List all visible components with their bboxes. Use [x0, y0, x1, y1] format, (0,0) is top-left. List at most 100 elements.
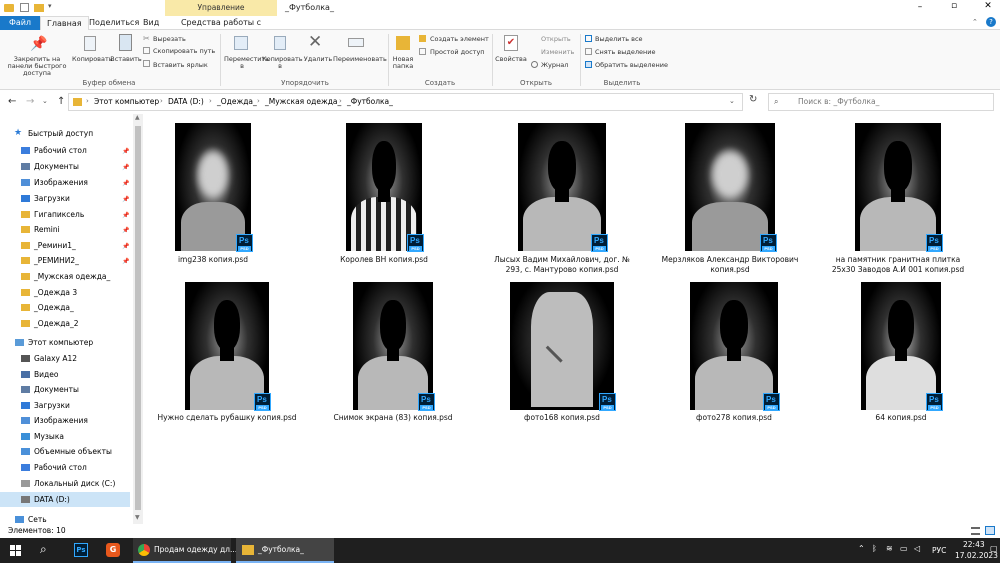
paste-button[interactable]: Вставить [110, 56, 142, 63]
tray-chevron-icon[interactable]: ⌃ [858, 544, 865, 553]
qat-chevron-icon[interactable]: ▾ [48, 2, 52, 10]
nav-pc-item[interactable]: Объемные объекты [0, 444, 130, 459]
breadcrumb-tshirt[interactable]: _Футболка_ [347, 97, 393, 106]
file-name[interactable]: Мерзляков Александр Викторович копия.psd [655, 255, 805, 275]
tab-share[interactable]: Поделиться [83, 16, 145, 30]
breadcrumb-this-pc[interactable]: Этот компьютер [94, 97, 159, 106]
select-none-button[interactable]: Снять выделение [595, 48, 655, 56]
nav-quick-item[interactable]: Гигапиксель 📌 [0, 207, 130, 222]
file-thumbnail[interactable] [861, 282, 941, 410]
tab-picture-tools[interactable]: Средства работы с рисунками [165, 16, 277, 41]
ribbon-collapse-icon[interactable]: ⌃ [972, 18, 978, 26]
search-taskbar-icon[interactable]: ⌕ [40, 542, 47, 557]
volume-icon[interactable]: ◁ [914, 544, 920, 553]
scroll-down-icon[interactable]: ▼ [135, 514, 140, 521]
language-indicator[interactable]: РУС [932, 546, 946, 555]
address-dropdown-icon[interactable]: ⌄ [729, 97, 735, 105]
file-name[interactable]: Снимок экрана (83) копия.psd [318, 413, 468, 423]
nav-quick-item[interactable]: Загрузки 📌 [0, 191, 130, 206]
photoshop-taskbar-icon[interactable]: Ps [74, 543, 88, 557]
file-name[interactable]: фото278 копия.psd [659, 413, 809, 423]
file-thumbnail[interactable] [346, 123, 422, 251]
file-thumbnail[interactable] [353, 282, 433, 410]
nav-quick-item[interactable]: _Одежда 3 [0, 285, 130, 300]
nav-quick-item[interactable]: Документы 📌 [0, 159, 130, 174]
file-name[interactable]: Королев ВН копия.psd [309, 255, 459, 265]
back-icon[interactable]: ← [8, 96, 16, 107]
file-thumbnail[interactable] [175, 123, 251, 251]
copy-to-button[interactable]: Копировать в [262, 56, 303, 70]
clock-time[interactable]: 22:43 [963, 540, 985, 549]
address-bar[interactable]: › Этот компьютер › DATA (D:) › _Одежда_ … [68, 93, 743, 111]
help-icon[interactable]: ? [986, 17, 996, 27]
nav-pc-item[interactable]: Локальный диск (C:) [0, 476, 130, 491]
nav-pc-item[interactable]: DATA (D:) [0, 492, 130, 507]
nav-quick-item[interactable]: _Ремини1_ 📌 [0, 238, 130, 253]
file-name[interactable]: img238 копия.psd [138, 255, 288, 265]
qat-properties-icon[interactable] [20, 3, 29, 12]
file-thumbnail[interactable] [518, 123, 606, 251]
file-thumbnail[interactable] [685, 123, 775, 251]
easy-access-button[interactable]: Простой доступ [430, 48, 485, 56]
file-thumbnail[interactable] [185, 282, 269, 410]
scroll-thumb[interactable] [135, 126, 141, 510]
nav-quick-item[interactable]: _РЕМИНИ2_ 📌 [0, 253, 130, 268]
refresh-icon[interactable]: ↻ [749, 94, 757, 105]
qat-folder-icon[interactable] [34, 4, 44, 12]
file-name[interactable]: фото168 копия.psd [487, 413, 637, 423]
pin-quick-access-button[interactable]: Закрепить на панели быстрого доступа [3, 56, 71, 77]
file-name[interactable]: 64 копия.psd [826, 413, 976, 423]
nav-scrollbar[interactable]: ▲ ▼ [133, 114, 143, 524]
delete-button[interactable]: Удалить [300, 56, 336, 63]
new-item-button[interactable]: Создать элемент [430, 35, 489, 43]
up-icon[interactable]: ↑ [57, 96, 65, 107]
nav-pc-item[interactable]: Видео [0, 367, 130, 382]
maximize-button[interactable]: ▫ [946, 1, 962, 13]
nav-pc-item[interactable]: Музыка [0, 429, 130, 444]
details-view-icon[interactable] [971, 527, 980, 535]
scroll-up-icon[interactable]: ▲ [135, 114, 140, 121]
chrome-taskbar-button[interactable]: Продам одежду дл... [133, 538, 237, 563]
gigapixel-taskbar-icon[interactable]: G [106, 543, 120, 557]
nav-pc-item[interactable]: Изображения [0, 413, 130, 428]
minimize-button[interactable]: – [912, 2, 928, 14]
select-all-button[interactable]: Выделить все [595, 35, 643, 43]
bluetooth-icon[interactable]: ᛒ [872, 544, 877, 553]
file-thumbnail[interactable] [855, 123, 941, 251]
file-thumbnail[interactable] [690, 282, 778, 410]
start-button[interactable] [10, 545, 21, 556]
move-to-button[interactable]: Переместить в [224, 56, 269, 70]
history-button[interactable]: Журнал [541, 61, 568, 69]
file-name[interactable]: Лысых Вадим Михайлович, дог. № 293, с. М… [487, 255, 637, 275]
new-folder-button[interactable]: Новая папка [390, 56, 416, 70]
cut-button[interactable]: Вырезать [153, 35, 186, 43]
search-box[interactable]: ⌕ Поиск в: _Футболка_ [768, 93, 994, 111]
nav-pc-item[interactable]: Рабочий стол [0, 460, 130, 475]
explorer-taskbar-button[interactable]: _Футболка_ [236, 538, 334, 563]
paste-shortcut-button[interactable]: Вставить ярлык [153, 61, 208, 69]
copy-button[interactable]: Копировать [72, 56, 113, 63]
nav-quick-item[interactable]: Изображения 📌 [0, 175, 130, 190]
nav-quick-item[interactable]: _Одежда_ [0, 300, 130, 315]
open-button[interactable]: Открыть [541, 35, 571, 43]
nav-quick-item[interactable]: Рабочий стол 📌 [0, 143, 130, 158]
nav-quick-access[interactable]: ★ Быстрый доступ [0, 126, 130, 141]
tab-file[interactable]: Файл [0, 16, 40, 30]
breadcrumb-data-drive[interactable]: DATA (D:) [168, 97, 204, 106]
forward-icon[interactable]: → [26, 96, 34, 107]
nav-this-pc[interactable]: Этот компьютер [0, 335, 130, 350]
invert-selection-button[interactable]: Обратить выделение [595, 61, 668, 69]
nav-pc-item[interactable]: Galaxy A12 [0, 351, 130, 366]
wifi-icon[interactable]: ≋ [886, 544, 893, 553]
edit-button[interactable]: Изменить [541, 48, 574, 56]
copy-path-button[interactable]: Скопировать путь [153, 47, 215, 55]
nav-quick-item[interactable]: _Одежда_2 [0, 316, 130, 331]
tab-view[interactable]: Вид [137, 16, 165, 30]
large-icons-view-icon[interactable] [985, 526, 995, 535]
notification-icon[interactable]: ▢ [990, 544, 998, 553]
properties-button[interactable]: Свойства [494, 56, 528, 63]
breadcrumb-mens-clothes[interactable]: _Мужская одежда_ [265, 97, 341, 106]
tab-home[interactable]: Главная [40, 16, 89, 30]
rename-button[interactable]: Переименовать [333, 56, 387, 63]
file-thumbnail[interactable] [510, 282, 614, 410]
